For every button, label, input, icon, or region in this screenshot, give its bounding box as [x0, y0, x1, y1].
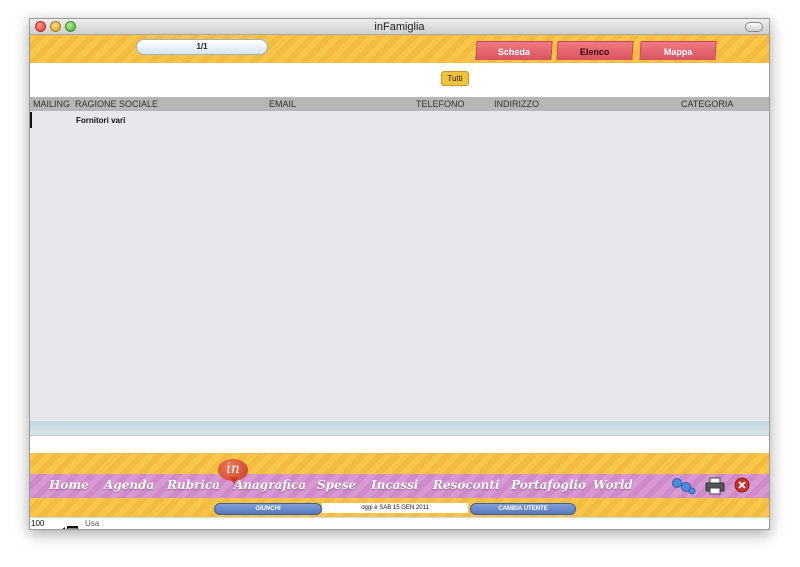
list-header: MAILING RAGIONE SOCIALE EMAIL TELEFONO I… [30, 97, 769, 111]
nav-resoconti[interactable]: Resoconti [433, 478, 500, 492]
record-counter: 1/1 [136, 39, 268, 55]
tab-elenco-label: Elenco [580, 47, 610, 57]
title-bar: inFamiglia [30, 19, 769, 35]
column-ragione-sociale[interactable]: RAGIONE SOCIALE [75, 99, 158, 109]
bottom-status: 100 Usa [30, 517, 769, 529]
zoom-in-icon[interactable] [56, 521, 65, 529]
app-window: inFamiglia 1/1 Scheda Elenco Mappa Tutti… [29, 18, 770, 530]
status-bar: GIUNCHI oggi è SAB 15 GEN 2011 CAMBIA UT… [30, 498, 769, 517]
nav-agenda[interactable]: Agenda [104, 478, 154, 492]
print-icon[interactable] [705, 477, 725, 500]
nav-anagrafica[interactable]: Anagrafica [234, 478, 306, 492]
tab-scheda-label: Scheda [497, 47, 530, 57]
mode-label: Usa [85, 519, 100, 528]
footer-blank-band [30, 435, 769, 454]
close-icon[interactable] [734, 477, 750, 498]
row-ragione-sociale: Fornitori vari [76, 116, 126, 125]
records-list: Fornitori vari [30, 111, 769, 421]
nav-portafoglio[interactable]: Portafoglio [511, 478, 586, 492]
change-user-button[interactable]: CAMBIA UTENTE [470, 503, 576, 515]
window-title: inFamiglia [374, 21, 425, 33]
filter-all-button[interactable]: Tutti [441, 71, 469, 86]
user-button[interactable]: GIUNCHI [214, 503, 322, 515]
table-row[interactable]: Fornitori vari [30, 111, 769, 129]
current-date: oggi è SAB 15 GEN 2011 [322, 503, 468, 513]
filter-row: Tutti [30, 63, 769, 97]
nav-world[interactable]: World [593, 478, 633, 492]
zoom-out-icon[interactable] [47, 521, 56, 529]
tab-elenco[interactable]: Elenco [556, 41, 634, 60]
column-mailing[interactable]: MAILING [33, 99, 70, 109]
column-indirizzo[interactable]: INDIRIZZO [494, 99, 539, 109]
users-icon[interactable] [670, 477, 698, 500]
main-navigation: in Home Agenda Rubrica Anagrafica Spese … [30, 459, 769, 500]
nav-incassi[interactable]: Incassi [371, 478, 419, 492]
nav-home[interactable]: Home [49, 478, 89, 492]
zoom-level[interactable]: 100 [31, 519, 44, 528]
footer-yellow-band [30, 453, 769, 474]
column-email[interactable]: EMAIL [269, 99, 296, 109]
column-telefono[interactable]: TELEFONO [416, 99, 465, 109]
tab-mappa-label: Mappa [663, 47, 693, 57]
nav-spese[interactable]: Spese [317, 478, 356, 492]
tab-scheda[interactable]: Scheda [475, 41, 553, 60]
row-selection-marker [30, 112, 32, 128]
nav-rubrica[interactable]: Rubrica [167, 478, 220, 492]
tab-mappa[interactable]: Mappa [639, 41, 717, 60]
toolbar-toggle-button[interactable] [745, 22, 763, 32]
column-categoria[interactable]: CATEGORIA [681, 99, 733, 109]
list-footer-band [30, 421, 769, 435]
toggle-status-icon[interactable] [67, 521, 78, 529]
top-toolbar: 1/1 Scheda Elenco Mappa [30, 35, 769, 63]
